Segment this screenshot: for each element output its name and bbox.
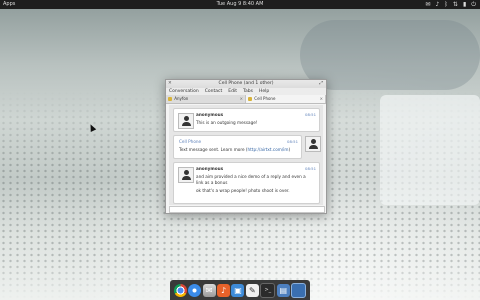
menu-help[interactable]: Help [259,88,269,95]
avatar [305,136,321,152]
message-text-part: ) [288,147,291,152]
menu-edit[interactable]: Edit [228,88,237,95]
system-tray: ✉ ♪ ᛒ ⇅ ▮ ⏻ [425,0,476,9]
status-icon [168,97,172,101]
tab-anyfon[interactable]: Anyfon × [166,95,246,103]
mail-icon[interactable]: ✉ [425,0,430,9]
conversation-view[interactable]: anonymous 08:51 This is an outgoing mess… [169,105,323,205]
message-link[interactable]: http://airtxt.com/im [248,147,289,152]
tab-close-icon[interactable]: × [240,95,243,103]
wallpaper-blur [380,95,480,205]
message-time: 08:51 [305,166,316,171]
message-incoming: Cell Phone 08:51 Text message sent. Lear… [173,135,302,159]
terminal-icon[interactable]: >_ [260,282,276,298]
power-icon[interactable]: ⏻ [471,0,476,9]
chat-window: ✕ Cell Phone (and 1 other) ⤢ Conversatio… [165,79,327,214]
clock[interactable]: Tue Aug 9 8:40 AM [0,0,480,9]
tab-bar: Anyfon × Cell Phone × [166,95,326,104]
avatar [178,167,194,183]
message-time: 08:51 [287,139,298,144]
battery-icon[interactable]: ▮ [463,0,466,9]
sender-name: Cell Phone [179,139,202,144]
menu-contact[interactable]: Contact [205,88,223,95]
message-time: 08:51 [305,112,316,117]
message-text: and aim provided a nice demo of a reply … [196,174,311,194]
mail-icon[interactable]: ✉ [202,283,216,297]
close-icon[interactable]: ✕ [168,80,172,88]
text-editor-icon[interactable]: ✎ [245,283,259,297]
menu-bar: Conversation Contact Edit Tabs Help [166,88,326,95]
tab-label: Cell Phone [254,96,276,101]
top-panel: Apps Tue Aug 9 8:40 AM ✉ ♪ ᛒ ⇅ ▮ ⏻ [0,0,480,9]
message-text-part: Text message sent. Learn more ( [179,147,248,152]
message-outgoing: anonymous 08:51 and aim provided a nice … [173,162,320,204]
message-line: ok that's a wrap people! photo shoot is … [196,188,290,193]
message-text: Text message sent. Learn more (http://ai… [179,147,293,153]
bluetooth-icon[interactable]: ᛒ [444,0,448,9]
wallpaper-blur [300,20,480,90]
message-outgoing: anonymous 08:51 This is an outgoing mess… [173,108,320,132]
avatar [178,113,194,129]
volume-icon[interactable]: ♪ [435,0,439,9]
files-icon[interactable]: ▤ [276,283,290,297]
window-titlebar[interactable]: ✕ Cell Phone (and 1 other) ⤢ [166,80,326,88]
tab-close-icon[interactable]: × [320,95,323,103]
network-icon[interactable]: ⇅ [453,0,458,9]
music-icon[interactable]: ♪ [217,283,231,297]
photo-icon[interactable]: ▣ [231,283,245,297]
message-text: This is an outgoing message! [196,120,258,125]
dock: ✉ ♪ ▣ ✎ >_ ▤ [170,280,310,300]
maximize-icon[interactable]: ⤢ [319,80,323,88]
window-title: Cell Phone (and 1 other) [218,81,274,86]
display-icon[interactable] [291,282,307,298]
tab-cell-phone[interactable]: Cell Phone × [246,95,326,103]
sender-name: anonymous [196,112,224,117]
status-icon [248,97,252,101]
menu-tabs[interactable]: Tabs [243,88,253,95]
menu-conversation[interactable]: Conversation [169,88,199,95]
sender-name: anonymous [196,166,224,171]
tab-label: Anyfon [174,96,189,101]
safari-icon[interactable] [188,283,202,297]
chrome-icon[interactable] [173,283,187,297]
message-input[interactable] [169,206,325,213]
message-line: and aim provided a nice demo of a reply … [196,174,306,185]
